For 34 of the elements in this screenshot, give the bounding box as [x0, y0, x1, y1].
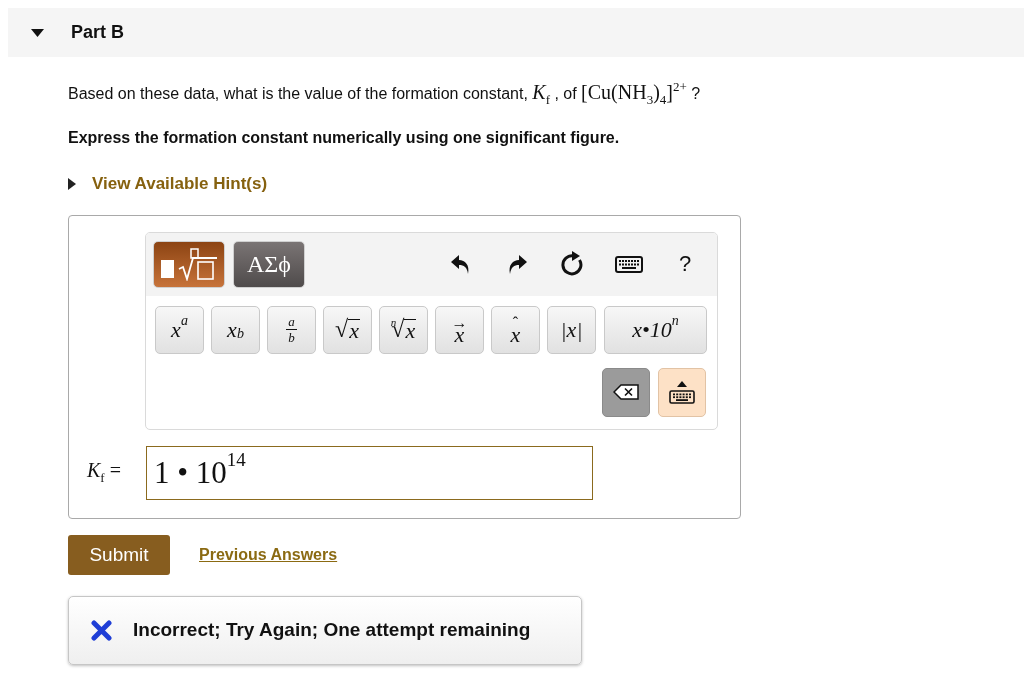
- redo-icon: [507, 253, 527, 275]
- caret-icon: [677, 380, 687, 387]
- reset-button[interactable]: [561, 251, 585, 278]
- keyboard-toggle-button[interactable]: [658, 367, 706, 417]
- keyboard-icon: [669, 389, 695, 404]
- part-header[interactable]: Part B: [8, 8, 1024, 57]
- templates-button[interactable]: [153, 240, 225, 288]
- accent-key[interactable]: →x: [435, 305, 484, 354]
- answer-label: K$_{f}$ =: [87, 459, 122, 487]
- hints-link[interactable]: View Available Hint(s): [92, 173, 268, 194]
- templates-icon: [160, 247, 218, 282]
- template-key[interactable]: |x|: [547, 305, 596, 354]
- greek-button[interactable]: ΑΣϕ: [233, 240, 305, 288]
- help-button[interactable]: ?: [674, 251, 696, 278]
- feedback-text: Incorrect; Try Again; One attempt remaining: [133, 619, 531, 642]
- cross-icon: [91, 619, 112, 641]
- triangle-right-icon[interactable]: [68, 177, 76, 190]
- reset-icon: [561, 251, 585, 278]
- instruction-text: Express the formation constant numerically using one significant figure.: [68, 127, 621, 148]
- collapse-triangle-icon[interactable]: [31, 28, 44, 37]
- backspace-button[interactable]: [602, 367, 650, 417]
- accent-key[interactable]: ˆx: [491, 305, 540, 354]
- template-key[interactable]: x•10$^{n}$: [604, 305, 707, 354]
- answer-field[interactable]: 1 • 10$^{14}$: [146, 445, 593, 500]
- submit-button[interactable]: Submit: [68, 534, 170, 575]
- keyboard-icon: [615, 255, 643, 273]
- undo-icon: [451, 253, 471, 275]
- backspace-icon: [613, 384, 639, 401]
- previous-answers-link[interactable]: Previous Answers: [199, 545, 338, 564]
- template-key[interactable]: x$^{a}$: [155, 305, 204, 354]
- root-key[interactable]: √x: [323, 305, 372, 354]
- fraction-key[interactable]: a b: [267, 305, 316, 354]
- part-title: Part B: [71, 22, 124, 43]
- question-text: Based on these data, what is the value of the formation constant, K$_{f}$ , of [Cu(NH$_{3}$)$_{4}$]$^{2+}$ ?: [68, 78, 702, 109]
